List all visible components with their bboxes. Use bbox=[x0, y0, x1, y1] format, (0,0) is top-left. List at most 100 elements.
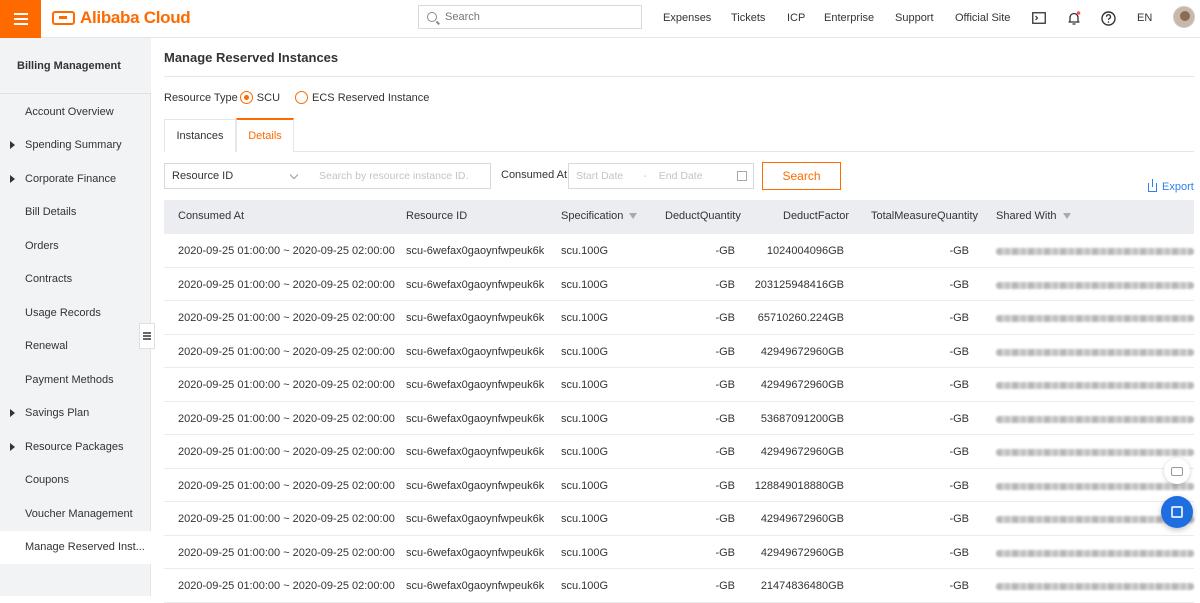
cell-consumed-at: 2020-09-25 01:00:00 ~ 2020-09-25 02:00:0… bbox=[178, 546, 395, 559]
end-date-input[interactable]: End Date bbox=[659, 170, 703, 182]
sidebar-item[interactable]: Bill Details bbox=[0, 196, 151, 229]
cell-consumed-at: 2020-09-25 01:00:00 ~ 2020-09-25 02:00:0… bbox=[178, 479, 395, 492]
sidebar-item[interactable]: Renewal bbox=[0, 330, 151, 363]
sidebar-item-label: Savings Plan bbox=[25, 407, 90, 419]
cell-total-measure-quantity: -GB bbox=[949, 245, 969, 257]
chevron-right-icon bbox=[10, 174, 15, 183]
filter-field-select[interactable]: Resource ID bbox=[165, 164, 305, 188]
menu-icon[interactable] bbox=[0, 0, 41, 38]
user-avatar[interactable] bbox=[1173, 6, 1195, 28]
table-row: 2020-09-25 01:00:00 ~ 2020-09-25 02:00:0… bbox=[164, 435, 1194, 469]
divider bbox=[164, 76, 1194, 77]
tab-instances[interactable]: Instances bbox=[164, 119, 236, 152]
shared-with-redacted bbox=[996, 348, 1194, 356]
feedback-icon[interactable] bbox=[1164, 458, 1190, 484]
radio-ecs-reserved-instance[interactable] bbox=[295, 91, 309, 104]
nav-enterprise[interactable]: Enterprise bbox=[824, 12, 874, 24]
date-range-picker[interactable]: Start Date - End Date bbox=[568, 163, 754, 189]
sidebar-title: Billing Management bbox=[0, 38, 151, 94]
nav-tickets[interactable]: Tickets bbox=[731, 12, 765, 24]
filter-icon[interactable] bbox=[1062, 213, 1071, 220]
assistant-icon[interactable] bbox=[1161, 496, 1193, 528]
cell-specification: scu.100G bbox=[561, 379, 609, 391]
consumed-at-label: Consumed At bbox=[501, 169, 568, 181]
sidebar-item[interactable]: Spending Summary bbox=[0, 129, 151, 162]
start-date-input[interactable]: Start Date bbox=[576, 170, 623, 182]
cell-deduct-quantity: -GB bbox=[715, 379, 735, 391]
sidebar-item[interactable]: Voucher Management bbox=[0, 497, 151, 530]
sidebar-item-label: Voucher Management bbox=[25, 507, 133, 520]
table-row: 2020-09-25 01:00:00 ~ 2020-09-25 02:00:0… bbox=[164, 368, 1194, 402]
shared-with-redacted bbox=[996, 415, 1194, 423]
cell-total-measure-quantity: -GB bbox=[949, 278, 969, 291]
filter-icon[interactable] bbox=[629, 213, 638, 220]
cell-specification: scu.100G bbox=[561, 312, 609, 324]
nav-expenses[interactable]: Expenses bbox=[663, 12, 711, 24]
cell-deduct-quantity: -GB bbox=[715, 479, 735, 492]
sidebar-item[interactable]: Usage Records bbox=[0, 296, 151, 329]
global-search[interactable] bbox=[418, 5, 642, 29]
cell-consumed-at: 2020-09-25 01:00:00 ~ 2020-09-25 02:00:0… bbox=[178, 580, 395, 592]
cell-deduct-factor: 1024004096GB bbox=[766, 245, 844, 257]
global-search-input[interactable] bbox=[445, 11, 625, 23]
sidebar-item-label: Payment Methods bbox=[25, 373, 114, 386]
shared-with-redacted bbox=[996, 549, 1194, 557]
radio-ecs-label[interactable]: ECS Reserved Instance bbox=[312, 92, 429, 104]
cell-total-measure-quantity: -GB bbox=[949, 446, 969, 458]
sidebar-item-label: Corporate Finance bbox=[25, 172, 117, 185]
sidebar-item[interactable]: Contracts bbox=[0, 263, 151, 296]
help-icon[interactable] bbox=[1100, 10, 1116, 26]
cell-specification: scu.100G bbox=[561, 245, 609, 257]
nav-icp[interactable]: ICP bbox=[787, 12, 805, 24]
cell-consumed-at: 2020-09-25 01:00:00 ~ 2020-09-25 02:00:0… bbox=[178, 312, 395, 324]
cell-consumed-at: 2020-09-25 01:00:00 ~ 2020-09-25 02:00:0… bbox=[178, 513, 395, 525]
table-row: 2020-09-25 01:00:00 ~ 2020-09-25 02:00:0… bbox=[164, 268, 1194, 301]
cell-resource-id: scu-6wefax0gaoynfwpeuk6k bbox=[406, 345, 545, 358]
cell-resource-id: scu-6wefax0gaoynfwpeuk6k bbox=[406, 546, 545, 559]
col-resource-id: Resource ID bbox=[406, 210, 468, 222]
sidebar-item[interactable]: Account Overview bbox=[0, 95, 151, 128]
nav-support[interactable]: Support bbox=[895, 12, 934, 24]
cell-consumed-at: 2020-09-25 01:00:00 ~ 2020-09-25 02:00:0… bbox=[178, 412, 395, 425]
cell-consumed-at: 2020-09-25 01:00:00 ~ 2020-09-25 02:00:0… bbox=[178, 245, 395, 257]
logo-mark-icon bbox=[52, 11, 75, 25]
col-total-measure-quantity: TotalMeasureQuantity bbox=[871, 210, 978, 222]
cell-total-measure-quantity: -GB bbox=[949, 479, 969, 492]
cell-specification: scu.100G bbox=[561, 546, 609, 559]
alibaba-cloud-logo[interactable]: Alibaba Cloud bbox=[52, 8, 191, 28]
shared-with-redacted bbox=[996, 449, 1194, 456]
language-switch[interactable]: EN bbox=[1137, 12, 1152, 24]
cell-deduct-factor: 42949672960GB bbox=[760, 446, 844, 458]
shared-with-redacted bbox=[996, 315, 1194, 322]
sidebar-item-label: Bill Details bbox=[25, 206, 77, 218]
sidebar-item[interactable]: Resource Packages bbox=[0, 430, 151, 463]
radio-scu-label[interactable]: SCU bbox=[257, 92, 280, 104]
cell-deduct-quantity: -GB bbox=[715, 345, 735, 358]
search-button[interactable]: Search bbox=[762, 162, 841, 190]
cell-deduct-quantity: -GB bbox=[715, 546, 735, 559]
sidebar-item[interactable]: Payment Methods bbox=[0, 363, 151, 396]
bell-icon[interactable] bbox=[1066, 10, 1082, 26]
shared-with-redacted bbox=[996, 382, 1194, 389]
sidebar-item[interactable]: Manage Reserved Inst... bbox=[0, 530, 151, 564]
resource-id-search-input[interactable]: Search by resource instance ID. bbox=[305, 170, 468, 182]
export-button[interactable]: Export bbox=[1148, 178, 1194, 193]
sidebar-item[interactable]: Savings Plan bbox=[0, 397, 151, 430]
cell-deduct-factor: 128849018880GB bbox=[754, 479, 844, 492]
radio-scu[interactable] bbox=[239, 91, 253, 104]
cell-consumed-at: 2020-09-25 01:00:00 ~ 2020-09-25 02:00:0… bbox=[178, 379, 395, 391]
calendar-icon[interactable] bbox=[737, 171, 747, 181]
sidebar-item[interactable]: Orders bbox=[0, 229, 151, 262]
page-title: Manage Reserved Instances bbox=[164, 50, 339, 65]
sidebar-item[interactable]: Corporate Finance bbox=[0, 162, 151, 195]
sidebar-item-label: Spending Summary bbox=[25, 139, 122, 151]
shared-with-redacted bbox=[996, 583, 1194, 590]
nav-official-site[interactable]: Official Site bbox=[955, 12, 1010, 24]
sidebar-item[interactable]: Coupons bbox=[0, 464, 151, 497]
tab-details[interactable]: Details bbox=[236, 118, 294, 152]
terminal-icon[interactable] bbox=[1031, 10, 1047, 26]
cell-total-measure-quantity: -GB bbox=[949, 513, 969, 525]
sidebar-item-label: Manage Reserved Inst... bbox=[25, 541, 145, 553]
top-bar: Alibaba Cloud Expenses Tickets ICP Enter… bbox=[0, 0, 1200, 38]
cell-deduct-factor: 53687091200GB bbox=[760, 412, 844, 425]
